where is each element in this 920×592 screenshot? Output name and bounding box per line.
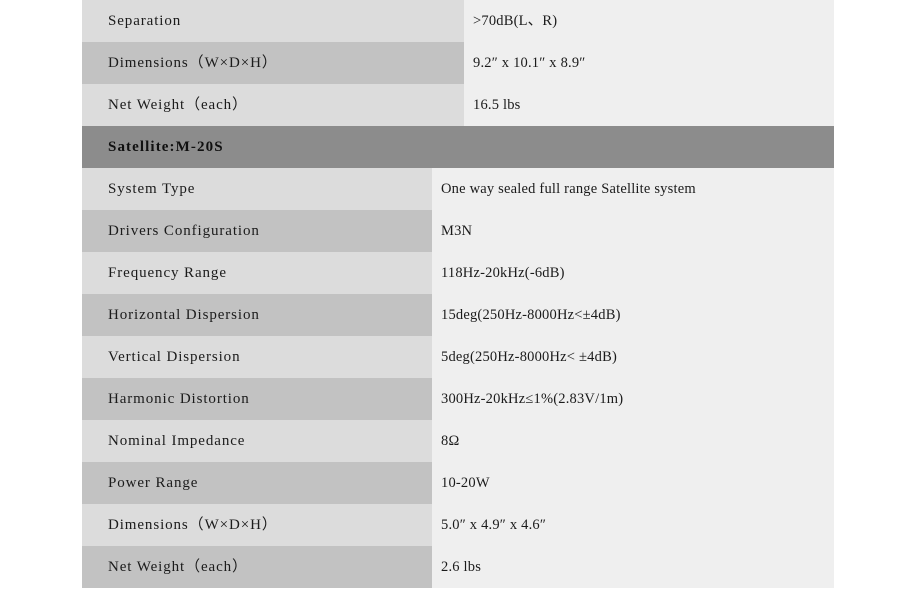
- table-row: Vertical Dispersion 5deg(250Hz-8000Hz< ±…: [82, 336, 834, 378]
- spec-label: Drivers Configuration: [82, 210, 432, 252]
- spec-value: 10-20W: [432, 462, 834, 504]
- spec-label: Frequency Range: [82, 252, 432, 294]
- document-page: Separation >70dB(L、R) Dimensions（W×D×H） …: [0, 0, 920, 592]
- table-row: System Type One way sealed full range Sa…: [82, 168, 834, 210]
- spec-label: Separation: [82, 0, 464, 42]
- spec-label: Dimensions（W×D×H）: [82, 42, 464, 84]
- spec-value: 5.0″ x 4.9″ x 4.6″: [432, 504, 834, 546]
- spec-label: Horizontal Dispersion: [82, 294, 432, 336]
- spec-value: 8Ω: [432, 420, 834, 462]
- table-row: Separation >70dB(L、R): [82, 0, 834, 42]
- spec-label: Nominal Impedance: [82, 420, 432, 462]
- spec-value: M3N: [432, 210, 834, 252]
- table-row: Harmonic Distortion 300Hz-20kHz≤1%(2.83V…: [82, 378, 834, 420]
- spec-label: Dimensions（W×D×H）: [82, 504, 432, 546]
- section-satellite-m20s: Satellite:M-20S System Type One way seal…: [82, 126, 834, 588]
- section-subwoofer-continued: Separation >70dB(L、R) Dimensions（W×D×H） …: [82, 0, 834, 126]
- table-row: Frequency Range 118Hz-20kHz(-6dB): [82, 252, 834, 294]
- spec-value: 9.2″ x 10.1″ x 8.9″: [464, 42, 834, 84]
- table-row: Dimensions（W×D×H） 5.0″ x 4.9″ x 4.6″: [82, 504, 834, 546]
- spec-label: Vertical Dispersion: [82, 336, 432, 378]
- spec-label: Harmonic Distortion: [82, 378, 432, 420]
- spec-label: Power Range: [82, 462, 432, 504]
- spec-value: 118Hz-20kHz(-6dB): [432, 252, 834, 294]
- table-row: Net Weight（each） 16.5 lbs: [82, 84, 834, 126]
- section-heading-satellite: Satellite:M-20S: [82, 126, 834, 168]
- table-row: Nominal Impedance 8Ω: [82, 420, 834, 462]
- spec-label: System Type: [82, 168, 432, 210]
- table-row: Net Weight（each） 2.6 lbs: [82, 546, 834, 588]
- spec-value: >70dB(L、R): [464, 0, 834, 42]
- spec-value: 16.5 lbs: [464, 84, 834, 126]
- spec-value: 300Hz-20kHz≤1%(2.83V/1m): [432, 378, 834, 420]
- spec-value: 5deg(250Hz-8000Hz< ±4dB): [432, 336, 834, 378]
- table-row: Horizontal Dispersion 15deg(250Hz-8000Hz…: [82, 294, 834, 336]
- table-row: Drivers Configuration M3N: [82, 210, 834, 252]
- spec-value: 15deg(250Hz-8000Hz<±4dB): [432, 294, 834, 336]
- specification-table: Separation >70dB(L、R) Dimensions（W×D×H） …: [82, 0, 834, 588]
- spec-label: Net Weight（each）: [82, 84, 464, 126]
- spec-value: 2.6 lbs: [432, 546, 834, 588]
- table-row: Dimensions（W×D×H） 9.2″ x 10.1″ x 8.9″: [82, 42, 834, 84]
- spec-value: One way sealed full range Satellite syst…: [432, 168, 834, 210]
- spec-label: Net Weight（each）: [82, 546, 432, 588]
- table-row: Power Range 10-20W: [82, 462, 834, 504]
